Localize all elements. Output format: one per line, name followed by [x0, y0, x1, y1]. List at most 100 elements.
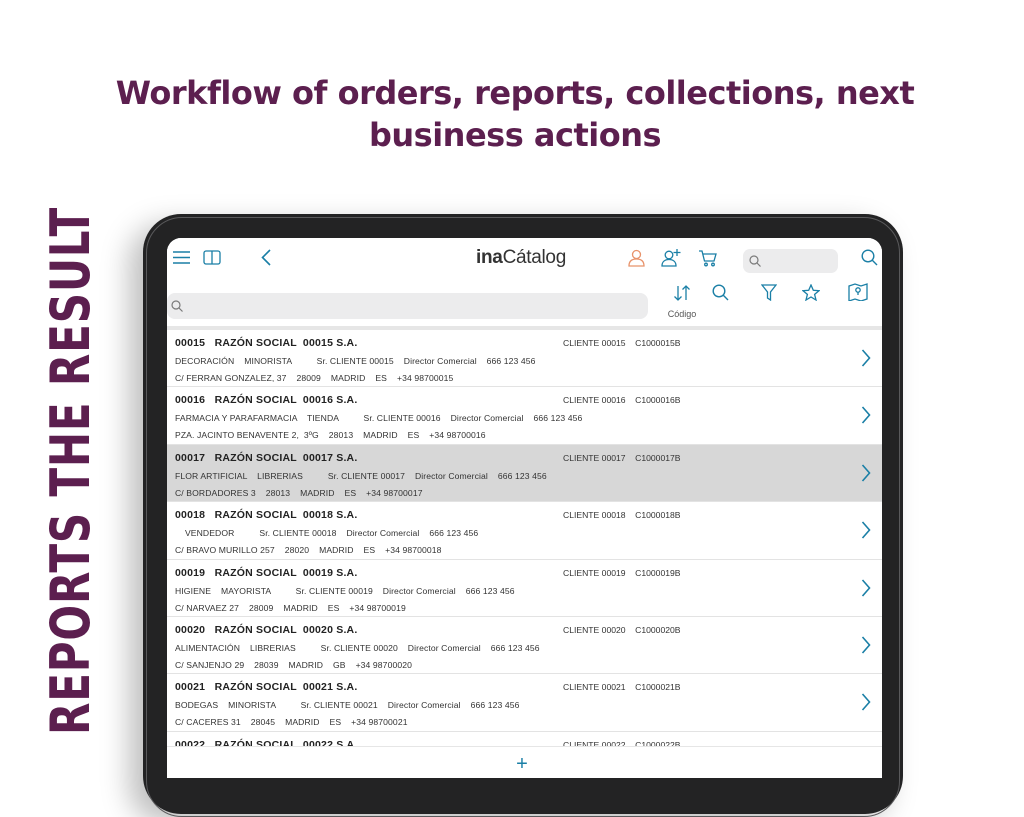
- client-zip: 28009: [296, 373, 321, 383]
- client-ref: C1000015B: [635, 338, 681, 348]
- side-title: REPORTS THE RESULT: [39, 207, 102, 735]
- list-item[interactable]: 00018 RAZÓN SOCIAL 00018 S.A. CLIENTE 00…: [167, 502, 882, 560]
- client-sector: DECORACIÓN: [175, 356, 235, 366]
- menu-icon[interactable]: [172, 249, 190, 265]
- client-city: MADRID: [288, 659, 324, 670]
- list-item[interactable]: 00020 RAZÓN SOCIAL 00020 S.A. CLIENTE 00…: [167, 616, 882, 675]
- map-icon[interactable]: [847, 281, 869, 302]
- client-tel: +34 98700020: [355, 659, 412, 670]
- client-ref: C1000017B: [635, 452, 681, 463]
- client-address: C/ BRAVO MURILLO 257 28020 MADRID ES +34…: [175, 545, 442, 555]
- client-zip: 28020: [284, 545, 310, 556]
- chevron-right-icon[interactable]: [861, 636, 871, 659]
- client-label: CLIENTE 00018: [563, 510, 626, 521]
- client-zip: 28039: [254, 659, 279, 670]
- client-contact: Sr. CLIENTE 00016: [363, 413, 441, 424]
- header-search-input[interactable]: [743, 249, 838, 273]
- client-code: 00021: [175, 681, 206, 694]
- add-client-button[interactable]: +: [512, 753, 532, 776]
- chevron-right-icon[interactable]: [861, 464, 871, 487]
- client-role: Director Comercial: [414, 470, 488, 481]
- client-role: Director Comercial: [346, 528, 420, 539]
- client-type: VENDEDOR: [184, 528, 235, 539]
- cart-icon[interactable]: [697, 248, 718, 267]
- client-title: 00021 RAZÓN SOCIAL 00021 S.A.: [175, 681, 357, 693]
- client-role: Director Comercial: [387, 700, 461, 711]
- user-icon[interactable]: [627, 248, 645, 267]
- back-icon[interactable]: [259, 248, 273, 267]
- chevron-right-icon[interactable]: [861, 406, 871, 429]
- client-sector: BODEGAS: [175, 700, 219, 711]
- client-sector: ALIMENTACIÓN: [175, 642, 241, 653]
- client-country: GB: [332, 659, 346, 670]
- client-type: MAYORISTA: [221, 585, 271, 596]
- client-role: Director Comercial: [450, 413, 524, 424]
- client-zip: 28013: [328, 430, 354, 441]
- client-code: 00017: [175, 451, 206, 464]
- client-phone: 666 123 456: [470, 700, 520, 711]
- client-tel: +34 98700017: [366, 487, 423, 498]
- chevron-right-icon[interactable]: [861, 693, 871, 716]
- list-search-input[interactable]: [167, 293, 648, 319]
- star-icon[interactable]: [801, 282, 821, 302]
- filter-icon[interactable]: [759, 282, 779, 302]
- client-phone: 666 123 456: [465, 585, 515, 596]
- client-phone: 666 123 456: [533, 413, 583, 424]
- client-country: ES: [407, 430, 420, 441]
- client-code: 00018: [175, 509, 206, 522]
- client-name: RAZÓN SOCIAL 00020 S.A.: [214, 623, 358, 636]
- client-phone: 666 123 456: [490, 642, 540, 653]
- list-item[interactable]: 00019 RAZÓN SOCIAL 00019 S.A. CLIENTE 00…: [167, 559, 882, 617]
- client-tel: +34 98700016: [429, 430, 486, 441]
- client-country: ES: [375, 373, 387, 383]
- list-item[interactable]: 00015 RAZÓN SOCIAL 00015 S.A. CLIENTE 00…: [167, 330, 882, 388]
- chevron-right-icon[interactable]: [861, 349, 871, 372]
- client-code: 00015: [175, 337, 206, 349]
- client-label: CLIENTE 00017: [563, 452, 626, 463]
- bottom-bar: +: [167, 746, 882, 778]
- client-name: RAZÓN SOCIAL 00021 S.A.: [214, 681, 358, 694]
- list-item[interactable]: 00016 RAZÓN SOCIAL 00016 S.A. CLIENTE 00…: [167, 387, 882, 445]
- client-details: FLOR ARTIFICIAL LIBRERIAS Sr. CLIENTE 00…: [175, 471, 547, 481]
- client-street: C/ BRAVO MURILLO 257: [175, 545, 275, 556]
- client-tel: +34 98700015: [396, 373, 454, 383]
- client-ref: C1000021B: [635, 682, 681, 693]
- client-details: HIGIENE MAYORISTA Sr. CLIENTE 00019 Dire…: [175, 586, 515, 596]
- client-address: PZA. JACINTO BENAVENTE 2, 3ºG 28013 MADR…: [175, 430, 486, 440]
- client-country: ES: [327, 602, 340, 613]
- client-zip: 28045: [250, 717, 276, 728]
- client-ref: C1000016B: [635, 395, 681, 406]
- client-ref: C1000018B: [635, 510, 681, 521]
- client-details: BODEGAS MINORISTA Sr. CLIENTE 00021 Dire…: [175, 700, 520, 710]
- client-type: LIBRERIAS: [257, 470, 303, 481]
- book-icon[interactable]: [202, 248, 222, 266]
- client-ref: C1000019B: [635, 567, 681, 578]
- client-name: RAZÓN SOCIAL 00017 S.A.: [214, 451, 358, 464]
- client-title: 00017 RAZÓN SOCIAL 00017 S.A.: [175, 452, 357, 464]
- client-label: CLIENTE 00016: [563, 395, 626, 406]
- list-item[interactable]: 00021 RAZÓN SOCIAL 00021 S.A. CLIENTE 00…: [167, 674, 882, 732]
- search-icon: [749, 255, 761, 267]
- client-id: CLIENTE 00020 C1000020B: [563, 625, 681, 635]
- sort-icon[interactable]: [672, 283, 692, 303]
- search-icon[interactable]: [710, 282, 730, 302]
- client-label: CLIENTE 00019: [563, 567, 626, 578]
- client-title: 00019 RAZÓN SOCIAL 00019 S.A.: [175, 567, 357, 579]
- client-street: C/ SANJENJO 29: [175, 659, 245, 670]
- navigation-bar: inaCátalog: [167, 238, 882, 278]
- add-user-icon[interactable]: [660, 247, 682, 267]
- client-type: TIENDA: [306, 413, 339, 424]
- client-address: C/ CACERES 31 28045 MADRID ES +34 987000…: [175, 717, 408, 727]
- client-zip: 28009: [248, 602, 274, 613]
- chevron-right-icon[interactable]: [861, 579, 871, 602]
- search-icon[interactable]: [860, 248, 878, 266]
- client-id: CLIENTE 00017 C1000017B: [563, 453, 681, 463]
- client-phone: 666 123 456: [429, 528, 479, 539]
- client-contact: Sr. CLIENTE 00018: [259, 528, 337, 539]
- list-item[interactable]: 00017 RAZÓN SOCIAL 00017 S.A. CLIENTE 00…: [167, 444, 882, 503]
- client-role: Director Comercial: [382, 585, 456, 596]
- chevron-right-icon[interactable]: [861, 521, 871, 544]
- client-contact: Sr. CLIENTE 00019: [295, 585, 373, 596]
- client-contact: Sr. CLIENTE 00021: [300, 700, 378, 711]
- client-details: VENDEDOR Sr. CLIENTE 00018 Director Come…: [175, 528, 478, 538]
